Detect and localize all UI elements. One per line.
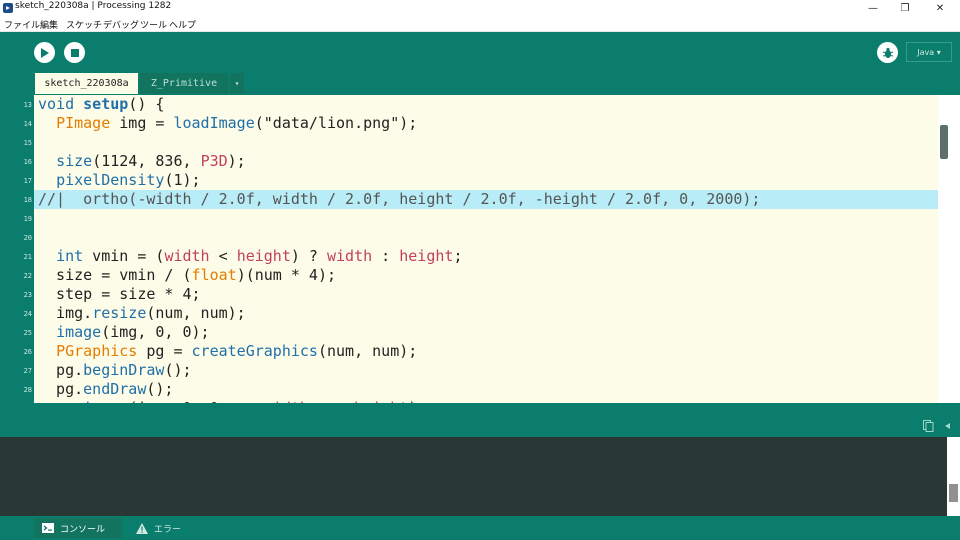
menu-file[interactable]: ファイル xyxy=(4,18,40,31)
code-line: PImage img = loadImage("data/lion.png"); xyxy=(56,114,418,132)
status-bar xyxy=(0,403,960,417)
code-line: img.resize(num, num); xyxy=(38,304,246,322)
tab-sketch-220308a[interactable]: sketch_220308a xyxy=(35,73,138,94)
debugger-button[interactable] xyxy=(877,42,898,63)
code-line: PGraphics pg = createGraphics(num, num); xyxy=(56,342,418,360)
line-number: 27 xyxy=(23,367,32,375)
close-button[interactable]: ✕ xyxy=(925,0,955,16)
console-output[interactable] xyxy=(0,437,947,516)
sketch-tabs: sketch_220308a Z_Primitive ▾ xyxy=(0,73,960,95)
title-bar: sketch_220308a | Processing 1282 — ❐ ✕ xyxy=(0,0,960,16)
line-number: 15 xyxy=(23,139,32,147)
line-number: 22 xyxy=(23,272,32,280)
line-number: 24 xyxy=(23,310,32,318)
copy-icon[interactable] xyxy=(923,420,934,432)
play-icon xyxy=(41,47,49,58)
run-button[interactable] xyxy=(34,42,55,63)
line-number: 14 xyxy=(23,120,32,128)
tab-z-primitive[interactable]: Z_Primitive xyxy=(140,73,228,94)
console-scroll-thumb[interactable] xyxy=(949,484,958,502)
code-editor: 13 14 15 16 17 18 19 20 21 22 23 24 25 2… xyxy=(0,95,960,403)
console-tab-bar: コンソール エラー xyxy=(0,516,960,540)
stop-button[interactable] xyxy=(64,42,85,63)
code-line: void setup() { xyxy=(38,95,165,113)
menu-edit[interactable]: 編集 xyxy=(40,18,58,31)
window-title: sketch_220308a | Processing 1282 xyxy=(15,1,172,11)
line-number: 28 xyxy=(23,386,32,394)
line-number: 25 xyxy=(23,329,32,337)
console-scrollbar[interactable] xyxy=(947,437,960,516)
console-divider[interactable] xyxy=(0,417,960,437)
line-number: 20 xyxy=(23,234,32,242)
code-line: step = size * 4; xyxy=(38,285,201,303)
console-icon xyxy=(42,523,54,533)
toolbar: Java ▾ xyxy=(0,33,960,73)
line-number: 23 xyxy=(23,291,32,299)
menu-sketch[interactable]: スケッチ xyxy=(66,18,102,31)
debugger-icon xyxy=(882,47,893,58)
line-number: 13 xyxy=(23,101,32,109)
tab-console[interactable]: コンソール xyxy=(34,518,122,538)
code-line: pixelDensity(1); xyxy=(56,171,201,189)
line-number: 18 xyxy=(23,196,32,204)
menu-bar: ファイル 編集 スケッチ デバッグ ツール ヘルプ xyxy=(0,16,960,32)
code-line: size(1124, 836, P3D); xyxy=(56,152,246,170)
line-number: 21 xyxy=(23,253,32,261)
line-number: 16 xyxy=(23,158,32,166)
editor-scroll-thumb[interactable] xyxy=(940,125,948,159)
maximize-button[interactable]: ❐ xyxy=(890,0,920,16)
line-number: 19 xyxy=(23,215,32,223)
code-line: size = vmin / (float)(num * 4); xyxy=(38,266,337,284)
processing-app-icon xyxy=(3,3,13,13)
line-number-gutter: 13 14 15 16 17 18 19 20 21 22 23 24 25 2… xyxy=(0,95,34,403)
code-line: pg.endDraw(); xyxy=(38,380,174,398)
code-line: image(img, 0, 0); xyxy=(56,323,210,341)
mode-selector[interactable]: Java ▾ xyxy=(906,42,952,62)
code-line: pg.beginDraw(); xyxy=(38,361,192,379)
warning-icon xyxy=(136,522,148,534)
menu-help[interactable]: ヘルプ xyxy=(169,18,196,31)
tab-console-label: コンソール xyxy=(60,524,106,535)
tab-errors[interactable]: エラー xyxy=(130,518,220,538)
tab-menu-button[interactable]: ▾ xyxy=(230,73,244,94)
line-number: 26 xyxy=(23,348,32,356)
code-line: int vmin = (width < height) ? width : he… xyxy=(56,247,463,265)
code-text-area[interactable]: void setup() { PImage img = loadImage("d… xyxy=(34,95,938,403)
menu-debug[interactable]: デバッグ xyxy=(103,18,139,31)
code-line-highlighted: //| ortho(-width / 2.0f, width / 2.0f, h… xyxy=(34,190,938,209)
tab-errors-label: エラー xyxy=(154,524,182,535)
menu-tools[interactable]: ツール xyxy=(140,18,167,31)
line-number: 17 xyxy=(23,177,32,185)
stop-icon xyxy=(70,48,79,57)
minimize-button[interactable]: — xyxy=(858,0,888,16)
collapse-arrow-icon[interactable] xyxy=(945,423,951,429)
